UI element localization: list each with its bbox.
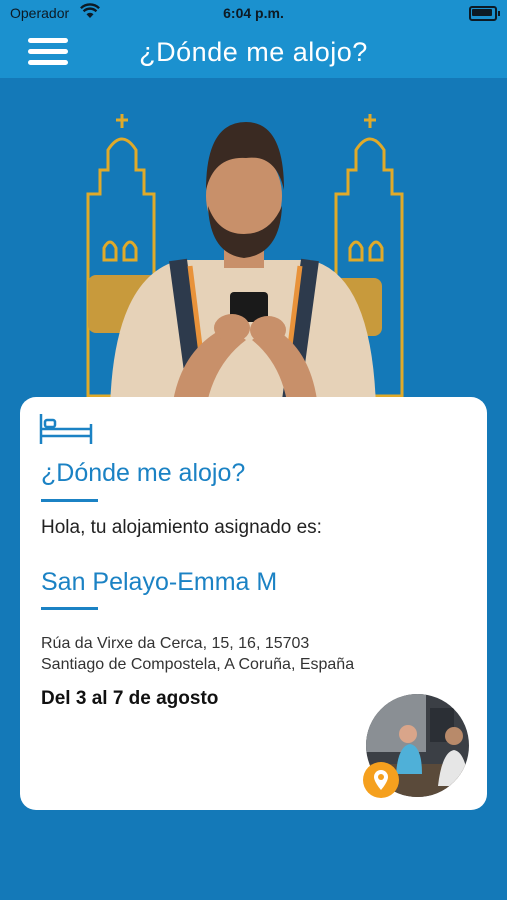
title-underline xyxy=(41,499,98,502)
battery-icon xyxy=(469,6,500,21)
status-time: 6:04 p.m. xyxy=(223,5,284,21)
location-pin-icon xyxy=(374,770,388,790)
address: Rúa da Virxe da Cerca, 15, 16, 15703 San… xyxy=(41,633,354,675)
bed-icon xyxy=(39,414,93,444)
status-bar: Operador 6:04 p.m. xyxy=(0,0,507,26)
location-pin-button[interactable] xyxy=(363,762,399,798)
nav-bar: ¿Dónde me alojo? xyxy=(0,26,507,78)
hero-illustration xyxy=(0,78,507,408)
address-line-2: Santiago de Compostela, A Coruña, España xyxy=(41,656,355,673)
address-line-1: Rúa da Virxe da Cerca, 15, 16, 15703 xyxy=(41,635,310,652)
greeting-text: Hola, tu alojamiento asignado es: xyxy=(41,517,322,538)
card-title: ¿Dónde me alojo? xyxy=(41,459,246,487)
stay-dates: Del 3 al 7 de agosto xyxy=(41,688,219,709)
traveler-illustration xyxy=(88,122,382,408)
accommodation-name: San Pelayo-Emma M xyxy=(41,568,278,596)
page-title: ¿Dónde me alojo? xyxy=(139,37,368,67)
accommodation-card: ¿Dónde me alojo? Hola, tu alojamiento as… xyxy=(20,397,487,810)
name-underline xyxy=(41,607,98,610)
